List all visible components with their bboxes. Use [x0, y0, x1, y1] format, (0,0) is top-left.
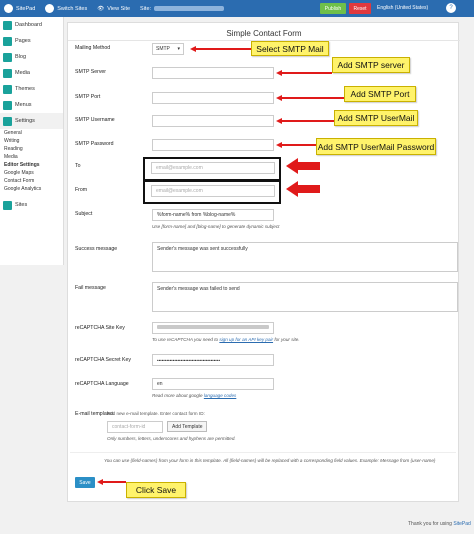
- switch-icon: [45, 4, 55, 13]
- arrow-line-server: [281, 72, 332, 74]
- arrow-line-save: [102, 481, 126, 483]
- recaptcha-language-label: reCAPTCHA Language: [75, 381, 129, 387]
- sidebar-subitem-writing[interactable]: Writing: [0, 137, 63, 145]
- smtp-username-label: SMTP Username: [75, 117, 115, 123]
- sitepad-logo-icon: [4, 4, 13, 13]
- email-templates-intro: Add new e-mail template. Enter contact f…: [107, 411, 205, 416]
- switch-sites-label: Switch Sites: [57, 5, 88, 12]
- to-input[interactable]: email@example.com: [151, 162, 275, 174]
- publish-button[interactable]: Publish: [320, 3, 346, 14]
- divider: [70, 452, 456, 453]
- language-codes-link[interactable]: language codes: [204, 393, 236, 398]
- callout-add-password: Add SMTP UserMail Password: [316, 138, 436, 155]
- sites-icon: [3, 200, 12, 210]
- from-input[interactable]: email@example.com: [151, 185, 275, 197]
- callout-add-port: Add SMTP Port: [344, 86, 416, 102]
- site-url-redacted: [154, 6, 225, 11]
- arrow-line-password: [281, 144, 316, 146]
- smtp-username-input[interactable]: [152, 115, 274, 127]
- sidebar-item-themes[interactable]: Themes: [0, 81, 63, 97]
- api-key-link[interactable]: sign up for an API key pair: [219, 337, 273, 342]
- smtp-server-label: SMTP Server: [75, 69, 107, 75]
- help-icon[interactable]: ?: [446, 3, 456, 13]
- recaptcha-site-key-redacted: [157, 325, 269, 329]
- dashboard-icon: [3, 20, 12, 30]
- recaptcha-site-hint: To use reCAPTCHA you need to sign up for…: [152, 337, 300, 342]
- eye-icon: 👁: [97, 5, 105, 12]
- sidebar-subitem-media[interactable]: Media: [0, 153, 63, 161]
- mailing-method-value: SMTP: [156, 46, 170, 52]
- sidebar-subitem-editor-settings[interactable]: Editor Settings: [0, 161, 63, 169]
- pages-icon: [3, 36, 12, 46]
- recaptcha-secret-key-label: reCAPTCHA Secret Key: [75, 357, 131, 363]
- view-site-button[interactable]: 👁 View Site: [97, 6, 130, 12]
- email-templates-hint: Only numbers, letters, underscores and h…: [107, 436, 236, 441]
- recaptcha-secret-key-input[interactable]: ••••••••••••••••••••••••••••••••••••••••: [152, 354, 274, 366]
- brand-label: SitePad: [16, 5, 36, 12]
- callout-select-smtp: Select SMTP Mail: [251, 41, 329, 56]
- success-message-label: Success message: [75, 246, 118, 252]
- success-message-textarea[interactable]: Sender's message was sent successfully: [152, 242, 458, 272]
- callout-add-usermail: Add SMTP UserMail: [334, 110, 418, 126]
- site-label: Site:: [140, 5, 152, 12]
- sidebar-item-pages[interactable]: Pages: [0, 33, 63, 49]
- smtp-port-label: SMTP Port: [75, 94, 101, 100]
- language-selector[interactable]: English (United States): [377, 5, 428, 11]
- recaptcha-language-input[interactable]: en: [152, 378, 274, 390]
- chevron-down-icon: ▾: [177, 46, 180, 52]
- site-url: Site:: [140, 6, 250, 12]
- from-label: From: [75, 187, 88, 193]
- to-arrow-icon: [286, 158, 320, 174]
- recaptcha-language-hint: Read more about google language codes: [152, 393, 237, 398]
- mailing-method-label: Mailing Method: [75, 45, 111, 51]
- subject-label: Subject: [75, 211, 93, 217]
- sidebar-item-dashboard[interactable]: Dashboard: [0, 17, 63, 33]
- sidebar-item-blog[interactable]: Blog: [0, 49, 63, 65]
- recaptcha-site-key-label: reCAPTCHA Site Key: [75, 325, 125, 331]
- fail-message-textarea[interactable]: Sender's message was failed to send: [152, 282, 458, 312]
- mailing-method-select[interactable]: SMTP ▾: [152, 43, 184, 55]
- add-template-button[interactable]: Add Template: [167, 421, 208, 432]
- arrow-line-usermail: [281, 120, 334, 122]
- sidebar-item-sites[interactable]: Sites: [0, 197, 63, 213]
- fail-message-label: Fail message: [75, 285, 106, 291]
- subject-input[interactable]: %form-name% from %blog-name%: [152, 209, 274, 221]
- sidebar-item-menus[interactable]: Menus: [0, 97, 63, 113]
- switch-sites-button[interactable]: Switch Sites: [45, 4, 87, 13]
- contact-form-id-input[interactable]: contact-form-id: [107, 421, 163, 433]
- sidebar-subitem-google-analytics[interactable]: Google Analytics: [0, 185, 63, 193]
- smtp-password-input[interactable]: [152, 139, 274, 151]
- sidebar-subitem-contact-form[interactable]: Contact Form: [0, 177, 63, 185]
- subject-hint: Use [form-name] and [blog-name] to gener…: [152, 224, 280, 229]
- arrow-line-select: [195, 48, 251, 50]
- footer-sitepad-link[interactable]: SitePad: [453, 521, 471, 527]
- sidebar-subitem-google-maps[interactable]: Google Maps: [0, 169, 63, 177]
- settings-icon: [3, 116, 12, 126]
- callout-add-server: Add SMTP server: [332, 57, 410, 73]
- field-names-hint: You can use {field-names} from your form…: [104, 458, 436, 463]
- footer: Thank you for using SitePad: [408, 521, 471, 527]
- smtp-server-input[interactable]: [152, 67, 274, 79]
- sidebar-subitem-reading[interactable]: Reading: [0, 145, 63, 153]
- sidebar: Dashboard Pages Blog Media Themes Menus …: [0, 17, 64, 265]
- callout-click-save: Click Save: [126, 482, 186, 498]
- smtp-port-input[interactable]: [152, 92, 274, 104]
- recaptcha-site-key-input[interactable]: [152, 322, 274, 334]
- sidebar-subitem-general[interactable]: General: [0, 129, 63, 137]
- brand[interactable]: SitePad: [4, 4, 35, 13]
- reset-button[interactable]: Reset: [349, 3, 371, 14]
- sidebar-item-media[interactable]: Media: [0, 65, 63, 81]
- smtp-password-label: SMTP Password: [75, 141, 114, 147]
- menus-icon: [3, 100, 12, 110]
- blog-icon: [3, 52, 12, 62]
- save-button[interactable]: Save: [75, 477, 95, 488]
- sidebar-item-settings[interactable]: Settings: [0, 113, 63, 129]
- page-title: Simple Contact Form: [226, 29, 302, 38]
- arrow-line-port: [281, 97, 344, 99]
- view-site-label: View Site: [107, 5, 131, 12]
- themes-icon: [3, 84, 12, 94]
- from-arrow-icon: [286, 181, 320, 197]
- to-label: To: [75, 163, 81, 169]
- media-icon: [3, 68, 12, 78]
